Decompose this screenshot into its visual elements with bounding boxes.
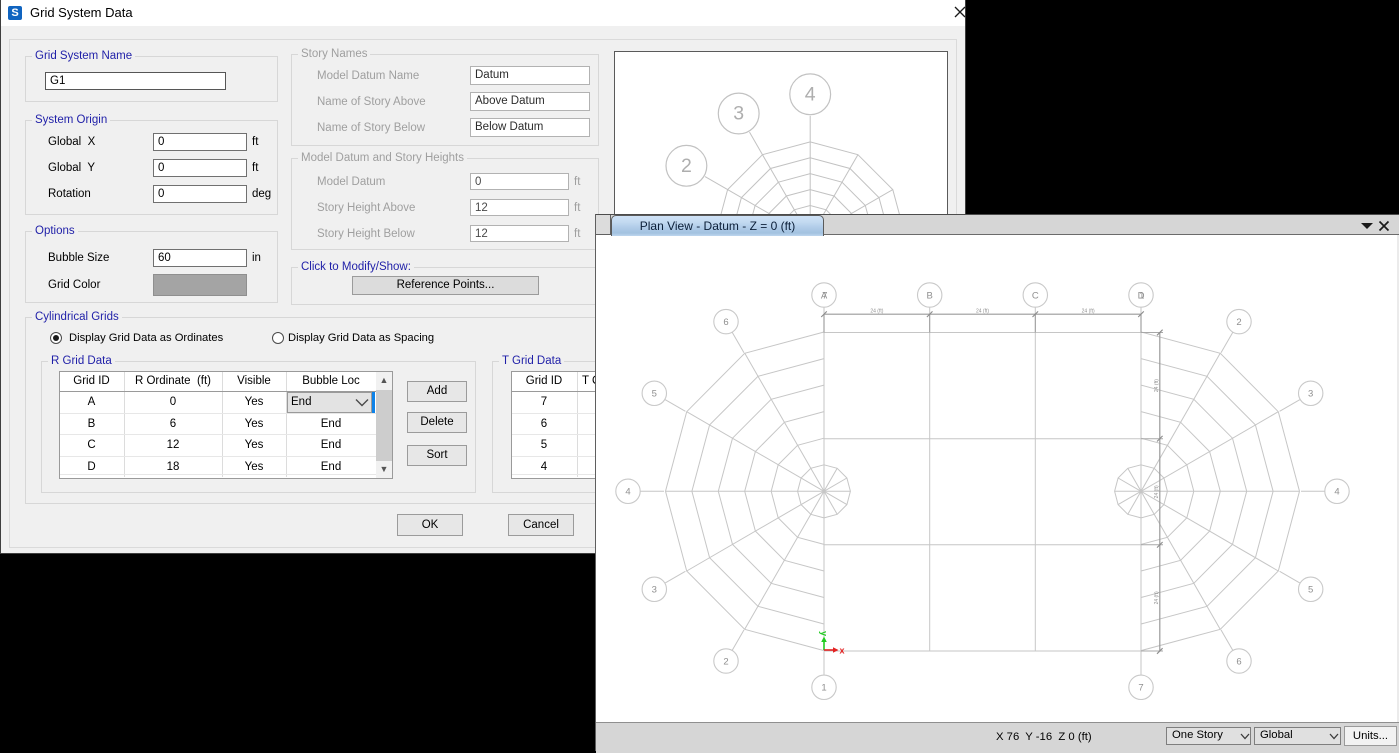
svg-text:24 (ft): 24 (ft) bbox=[1082, 309, 1095, 315]
svg-text:5: 5 bbox=[1308, 585, 1313, 596]
svg-text:y: y bbox=[819, 631, 829, 636]
svg-text:2: 2 bbox=[723, 656, 728, 667]
svg-text:5: 5 bbox=[652, 389, 657, 400]
svg-text:4: 4 bbox=[805, 83, 816, 105]
svg-text:1: 1 bbox=[821, 683, 826, 694]
svg-text:3: 3 bbox=[733, 103, 744, 125]
svg-text:B: B bbox=[927, 290, 933, 301]
svg-text:7: 7 bbox=[1138, 683, 1143, 694]
svg-text:2: 2 bbox=[1236, 317, 1241, 328]
svg-text:3: 3 bbox=[1308, 389, 1313, 400]
svg-text:1: 1 bbox=[1139, 290, 1144, 301]
svg-text:4: 4 bbox=[1334, 487, 1339, 498]
svg-text:24 (ft): 24 (ft) bbox=[1154, 591, 1160, 604]
svg-text:7: 7 bbox=[822, 290, 827, 301]
svg-text:24 (ft): 24 (ft) bbox=[870, 309, 883, 315]
svg-text:x: x bbox=[840, 646, 845, 656]
svg-text:24 (ft): 24 (ft) bbox=[1154, 485, 1160, 498]
svg-text:3: 3 bbox=[652, 585, 657, 596]
svg-text:24 (ft): 24 (ft) bbox=[1154, 379, 1160, 392]
svg-text:4: 4 bbox=[625, 487, 630, 498]
svg-text:6: 6 bbox=[723, 317, 728, 328]
svg-text:2: 2 bbox=[681, 155, 692, 177]
svg-text:6: 6 bbox=[1236, 656, 1241, 667]
svg-text:C: C bbox=[1032, 290, 1039, 301]
svg-text:24 (ft): 24 (ft) bbox=[976, 309, 989, 315]
